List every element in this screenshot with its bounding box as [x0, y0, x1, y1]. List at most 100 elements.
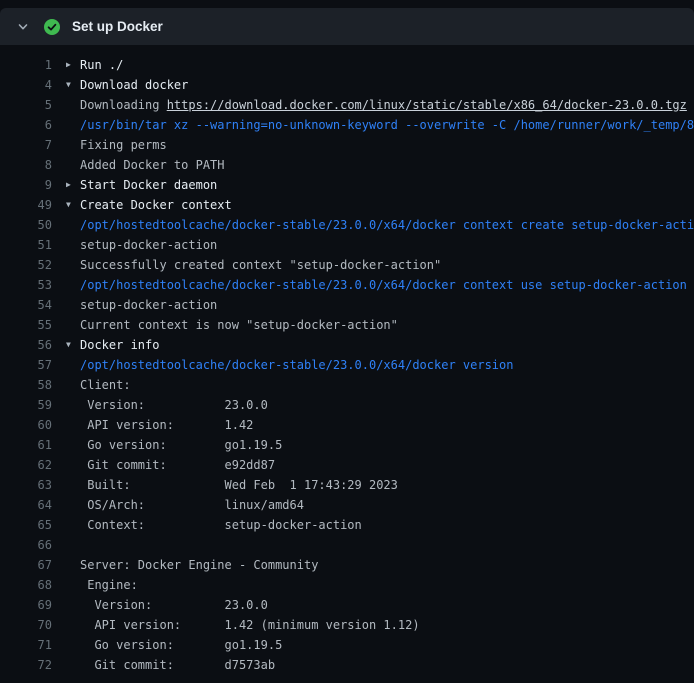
log-line: 68 Engine: — [0, 575, 694, 595]
log-segment-plain: API version: 1.42 — [80, 418, 253, 432]
line-number[interactable]: 4 — [0, 75, 52, 95]
log-text: Server: Docker Engine - Community — [80, 555, 694, 575]
line-number[interactable]: 52 — [0, 255, 52, 275]
line-number[interactable]: 61 — [0, 435, 52, 455]
chevron-collapsed-icon[interactable]: ▶ — [66, 55, 80, 75]
line-number[interactable]: 6 — [0, 115, 52, 135]
log-text: Client: — [80, 375, 694, 395]
success-check-icon — [44, 19, 60, 35]
arrow-spacer — [66, 435, 80, 455]
log-text: Git commit: d7573ab — [80, 655, 694, 675]
chevron-expanded-icon[interactable]: ▼ — [66, 75, 80, 95]
log-text: Engine: — [80, 575, 694, 595]
log-text: Downloading https://download.docker.com/… — [80, 95, 694, 115]
log-segment-command: /opt/hostedtoolcache/docker-stable/23.0.… — [80, 218, 694, 232]
log-segment-plain: Git commit: e92dd87 — [80, 458, 275, 472]
log-line: 5 Downloading https://download.docker.com… — [0, 95, 694, 115]
line-number[interactable]: 67 — [0, 555, 52, 575]
log-text: Go version: go1.19.5 — [80, 635, 694, 655]
line-number[interactable]: 59 — [0, 395, 52, 415]
line-number[interactable]: 7 — [0, 135, 52, 155]
log-text: Git commit: e92dd87 — [80, 455, 694, 475]
line-number[interactable]: 68 — [0, 575, 52, 595]
chevron-collapsed-icon[interactable]: ▶ — [66, 175, 80, 195]
line-number[interactable]: 49 — [0, 195, 52, 215]
log-text: setup-docker-action — [80, 295, 694, 315]
line-number[interactable]: 71 — [0, 635, 52, 655]
log-text: Current context is now "setup-docker-act… — [80, 315, 694, 335]
line-number[interactable]: 70 — [0, 615, 52, 635]
log-link[interactable]: https://download.docker.com/linux/static… — [167, 98, 687, 112]
log-segment-group: Run ./ — [80, 58, 123, 72]
line-number[interactable]: 9 — [0, 175, 52, 195]
log-segment-plain: Current context is now "setup-docker-act… — [80, 318, 398, 332]
log-text: Start Docker daemon — [80, 175, 694, 195]
arrow-spacer — [66, 415, 80, 435]
log-text: OS/Arch: linux/amd64 — [80, 495, 694, 515]
log-group-line[interactable]: 9 ▶Start Docker daemon — [0, 175, 694, 195]
arrow-spacer — [66, 355, 80, 375]
log-segment-command: /opt/hostedtoolcache/docker-stable/23.0.… — [80, 358, 513, 372]
log-line: 71 Go version: go1.19.5 — [0, 635, 694, 655]
arrow-spacer — [66, 535, 80, 555]
chevron-expanded-icon[interactable]: ▼ — [66, 335, 80, 355]
chevron-down-icon[interactable] — [16, 20, 30, 34]
line-number[interactable]: 8 — [0, 155, 52, 175]
log-line: 63 Built: Wed Feb 1 17:43:29 2023 — [0, 475, 694, 495]
line-number[interactable]: 62 — [0, 455, 52, 475]
arrow-spacer — [66, 455, 80, 475]
log-segment-plain: Downloading — [80, 98, 167, 112]
line-number[interactable]: 1 — [0, 55, 52, 75]
log-segment-plain: OS/Arch: linux/amd64 — [80, 498, 304, 512]
arrow-spacer — [66, 155, 80, 175]
arrow-spacer — [66, 635, 80, 655]
line-number[interactable]: 5 — [0, 95, 52, 115]
log-segment-group: Docker info — [80, 338, 159, 352]
arrow-spacer — [66, 475, 80, 495]
log-text: Fixing perms — [80, 135, 694, 155]
line-number[interactable]: 69 — [0, 595, 52, 615]
log-segment-plain: Engine: — [80, 578, 138, 592]
log-line: 53/opt/hostedtoolcache/docker-stable/23.… — [0, 275, 694, 295]
log-segment-plain: Fixing perms — [80, 138, 167, 152]
arrow-spacer — [66, 115, 80, 135]
log-group-line[interactable]: 4▼Download docker — [0, 75, 694, 95]
line-number[interactable]: 51 — [0, 235, 52, 255]
arrow-spacer — [66, 95, 80, 115]
log-text: Run ./ — [80, 55, 694, 75]
line-number[interactable]: 55 — [0, 315, 52, 335]
line-number[interactable]: 66 — [0, 535, 52, 555]
log-line: 60 API version: 1.42 — [0, 415, 694, 435]
line-number[interactable]: 65 — [0, 515, 52, 535]
arrow-spacer — [66, 375, 80, 395]
line-number[interactable]: 63 — [0, 475, 52, 495]
line-number[interactable]: 64 — [0, 495, 52, 515]
log-segment-command: /opt/hostedtoolcache/docker-stable/23.0.… — [80, 278, 687, 292]
log-text: Added Docker to PATH — [80, 155, 694, 175]
line-number[interactable]: 56 — [0, 335, 52, 355]
arrow-spacer — [66, 655, 80, 675]
arrow-spacer — [66, 135, 80, 155]
chevron-expanded-icon[interactable]: ▼ — [66, 195, 80, 215]
log-segment-plain: Client: — [80, 378, 131, 392]
arrow-spacer — [66, 575, 80, 595]
line-number[interactable]: 54 — [0, 295, 52, 315]
log-group-line[interactable]: 49▼Create Docker context — [0, 195, 694, 215]
log-line: 59 Version: 23.0.0 — [0, 395, 694, 415]
line-number[interactable]: 58 — [0, 375, 52, 395]
line-number[interactable]: 60 — [0, 415, 52, 435]
log-segment-plain: setup-docker-action — [80, 238, 217, 252]
log-line: 70 API version: 1.42 (minimum version 1.… — [0, 615, 694, 635]
log-group-line[interactable]: 56 ▼Docker info — [0, 335, 694, 355]
arrow-spacer — [66, 615, 80, 635]
log-line: 57/opt/hostedtoolcache/docker-stable/23.… — [0, 355, 694, 375]
log-line: 8 Added Docker to PATH — [0, 155, 694, 175]
line-number[interactable]: 50 — [0, 215, 52, 235]
line-number[interactable]: 53 — [0, 275, 52, 295]
log-text: Built: Wed Feb 1 17:43:29 2023 — [80, 475, 694, 495]
step-header[interactable]: Set up Docker — [0, 8, 694, 45]
log-segment-plain: Built: Wed Feb 1 17:43:29 2023 — [80, 478, 398, 492]
log-group-line[interactable]: 1 ▶Run ./ — [0, 55, 694, 75]
line-number[interactable]: 57 — [0, 355, 52, 375]
line-number[interactable]: 72 — [0, 655, 52, 675]
